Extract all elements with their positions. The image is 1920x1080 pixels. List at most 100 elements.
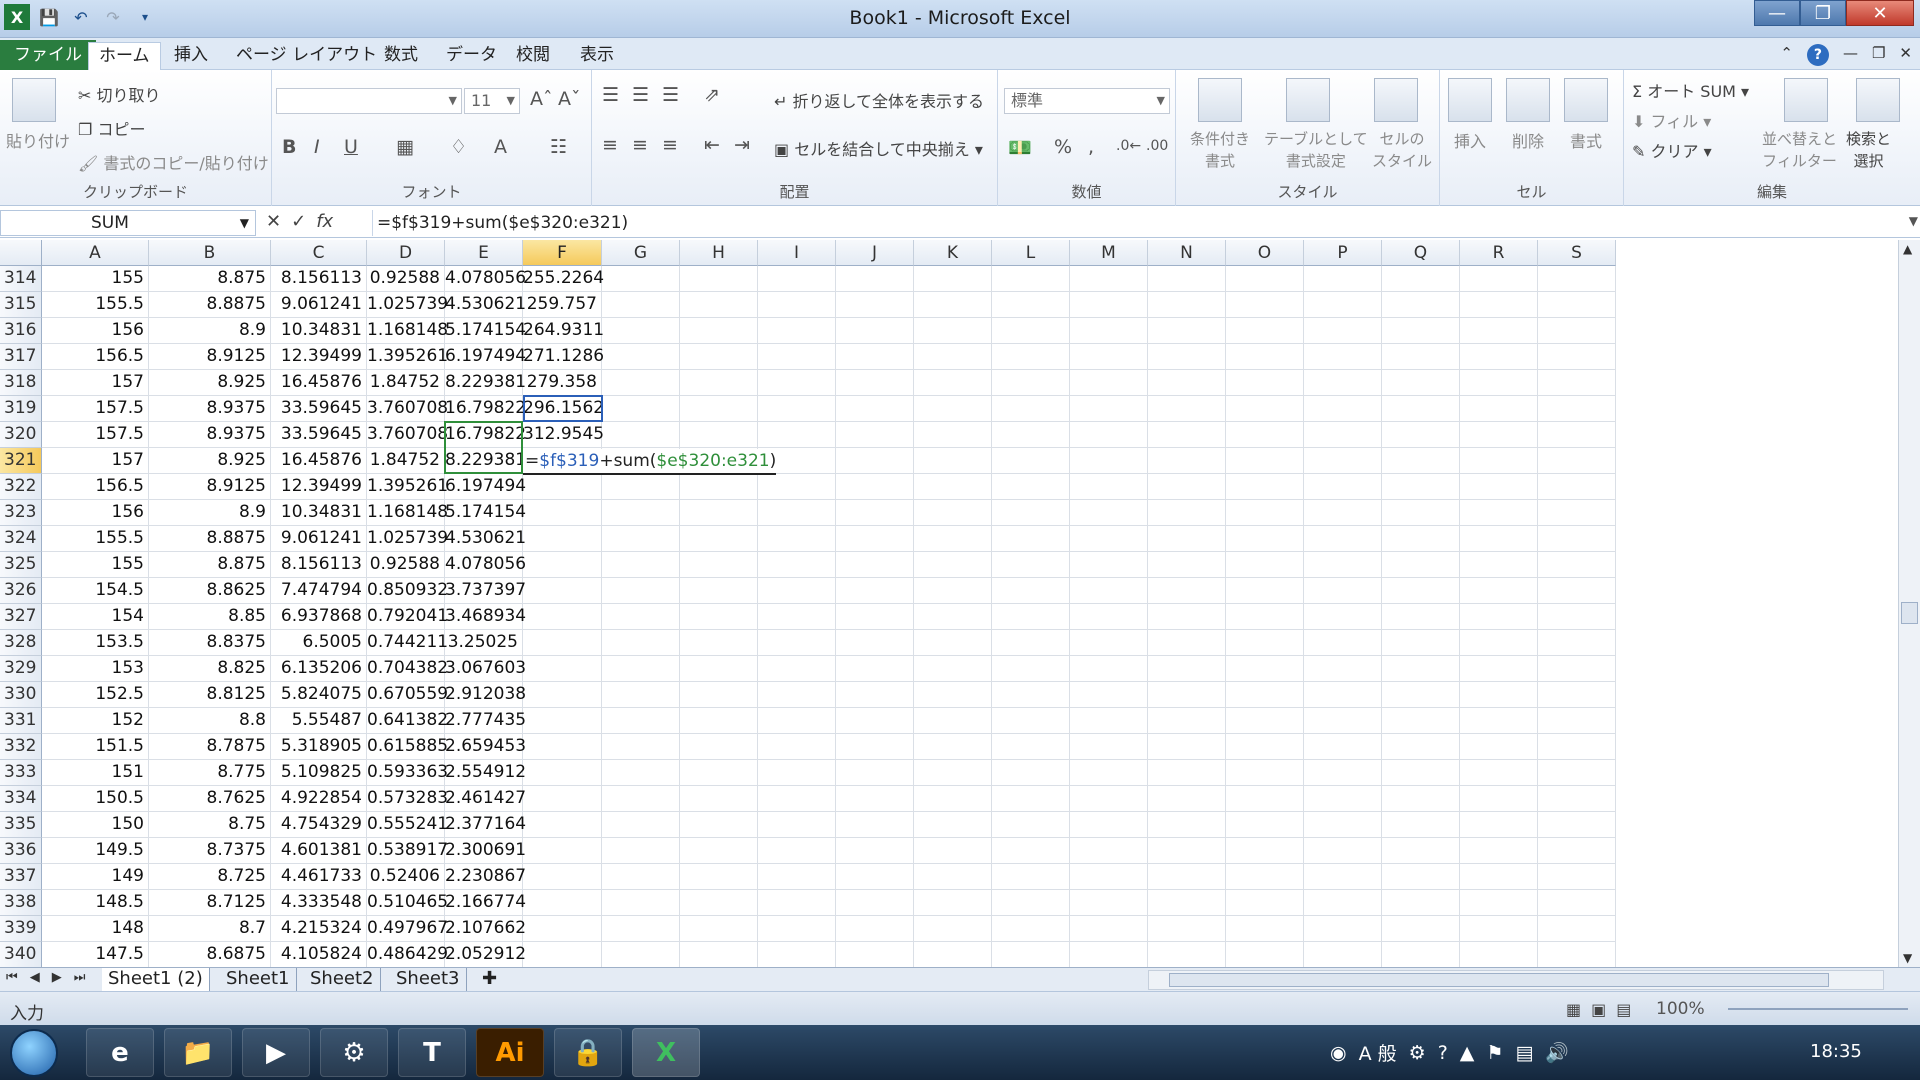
cell-d327[interactable]: 0.792041 (367, 604, 448, 630)
cell-h324[interactable] (680, 526, 758, 552)
cell-e329[interactable]: 3.067603 (445, 656, 526, 682)
cell-c328[interactable]: 6.5005 (271, 630, 367, 656)
cell-s334[interactable] (1538, 786, 1616, 812)
cell-c321[interactable]: 16.45876 (271, 448, 367, 474)
tab-data[interactable]: データ (436, 42, 507, 70)
cell-h320[interactable] (680, 422, 758, 448)
cell-k328[interactable] (914, 630, 992, 656)
row-header-317[interactable]: 317 (0, 344, 42, 370)
cell-d316[interactable]: 1.168148 (367, 318, 448, 344)
cell-s327[interactable] (1538, 604, 1616, 630)
column-header-d[interactable]: D (367, 240, 445, 266)
cell-e319[interactable]: 16.79822 (445, 396, 526, 422)
cell-k317[interactable] (914, 344, 992, 370)
cell-h319[interactable] (680, 396, 758, 422)
cell-l315[interactable] (992, 292, 1070, 318)
internet-explorer-icon[interactable]: e (86, 1028, 154, 1077)
cell-n320[interactable] (1148, 422, 1226, 448)
cell-i324[interactable] (758, 526, 836, 552)
cell-b333[interactable]: 8.775 (149, 760, 271, 786)
cell-d335[interactable]: 0.555241 (367, 812, 448, 838)
cell-c318[interactable]: 16.45876 (271, 370, 367, 396)
cell-g325[interactable] (602, 552, 680, 578)
cell-r314[interactable] (1460, 266, 1538, 292)
cell-j324[interactable] (836, 526, 914, 552)
cell-k332[interactable] (914, 734, 992, 760)
cell-s321[interactable] (1538, 448, 1616, 474)
clear-button[interactable]: ✎ クリア ▾ (1632, 138, 1712, 162)
cell-o316[interactable] (1226, 318, 1304, 344)
cell-m319[interactable] (1070, 396, 1148, 422)
cell-c338[interactable]: 4.333548 (271, 890, 367, 916)
cell-f337[interactable] (523, 864, 602, 890)
cell-g324[interactable] (602, 526, 680, 552)
cell-l317[interactable] (992, 344, 1070, 370)
tab-view[interactable]: 表示 (570, 42, 624, 70)
cell-b330[interactable]: 8.8125 (149, 682, 271, 708)
cell-q323[interactable] (1382, 500, 1460, 526)
cell-n334[interactable] (1148, 786, 1226, 812)
cell-c340[interactable]: 4.105824 (271, 942, 367, 967)
cell-k333[interactable] (914, 760, 992, 786)
cell-r340[interactable] (1460, 942, 1538, 967)
cell-q339[interactable] (1382, 916, 1460, 942)
cell-f324[interactable] (523, 526, 602, 552)
page-layout-view-icon[interactable]: ▣ (1591, 1000, 1606, 1019)
cell-g339[interactable] (602, 916, 680, 942)
next-sheet-icon[interactable]: ▶ (52, 970, 62, 985)
column-header-n[interactable]: N (1148, 240, 1226, 266)
cell-a320[interactable]: 157.5 (42, 422, 149, 448)
cell-j319[interactable] (836, 396, 914, 422)
cell-q336[interactable] (1382, 838, 1460, 864)
cell-h330[interactable] (680, 682, 758, 708)
cell-d331[interactable]: 0.641382 (367, 708, 448, 734)
cell-l319[interactable] (992, 396, 1070, 422)
column-header-j[interactable]: J (836, 240, 914, 266)
sort-filter-icon[interactable] (1784, 78, 1828, 122)
cell-a335[interactable]: 150 (42, 812, 149, 838)
cell-p339[interactable] (1304, 916, 1382, 942)
cell-f336[interactable] (523, 838, 602, 864)
paste-button[interactable]: 貼り付け (6, 128, 70, 152)
cell-e314[interactable]: 4.078056 (445, 266, 526, 292)
cell-c325[interactable]: 8.156113 (271, 552, 367, 578)
cell-a338[interactable]: 148.5 (42, 890, 149, 916)
cell-m320[interactable] (1070, 422, 1148, 448)
cell-d323[interactable]: 1.168148 (367, 500, 448, 526)
ime-tool-icon[interactable]: ⚙ (1409, 1042, 1426, 1064)
cell-f329[interactable] (523, 656, 602, 682)
cell-a321[interactable]: 157 (42, 448, 149, 474)
cell-a332[interactable]: 151.5 (42, 734, 149, 760)
security-app-icon[interactable]: 🔒 (554, 1028, 622, 1077)
cell-e316[interactable]: 5.174154 (445, 318, 526, 344)
cell-j329[interactable] (836, 656, 914, 682)
cell-c333[interactable]: 5.109825 (271, 760, 367, 786)
cell-b323[interactable]: 8.9 (149, 500, 271, 526)
cell-b329[interactable]: 8.825 (149, 656, 271, 682)
file-explorer-icon[interactable]: 📁 (164, 1028, 232, 1077)
cell-o323[interactable] (1226, 500, 1304, 526)
collapse-ribbon-icon[interactable]: ⌃ (1780, 44, 1793, 66)
row-header-334[interactable]: 334 (0, 786, 42, 812)
prev-sheet-icon[interactable]: ◀ (30, 970, 40, 985)
cell-h329[interactable] (680, 656, 758, 682)
cell-e340[interactable]: 2.052912 (445, 942, 526, 967)
cell-g335[interactable] (602, 812, 680, 838)
cell-p338[interactable] (1304, 890, 1382, 916)
cell-q325[interactable] (1382, 552, 1460, 578)
cell-e322[interactable]: 6.197494 (445, 474, 526, 500)
paste-icon[interactable] (12, 78, 56, 122)
cell-n339[interactable] (1148, 916, 1226, 942)
cell-q329[interactable] (1382, 656, 1460, 682)
cell-r338[interactable] (1460, 890, 1538, 916)
cell-s322[interactable] (1538, 474, 1616, 500)
cell-o339[interactable] (1226, 916, 1304, 942)
cell-s316[interactable] (1538, 318, 1616, 344)
cancel-icon[interactable]: ✕ (266, 211, 281, 232)
cell-g337[interactable] (602, 864, 680, 890)
insert-sheet-icon[interactable]: ✚ (476, 968, 503, 992)
cell-i329[interactable] (758, 656, 836, 682)
cell-e339[interactable]: 2.107662 (445, 916, 526, 942)
cell-i331[interactable] (758, 708, 836, 734)
align-bottom-icon[interactable]: ☰ (662, 84, 679, 106)
